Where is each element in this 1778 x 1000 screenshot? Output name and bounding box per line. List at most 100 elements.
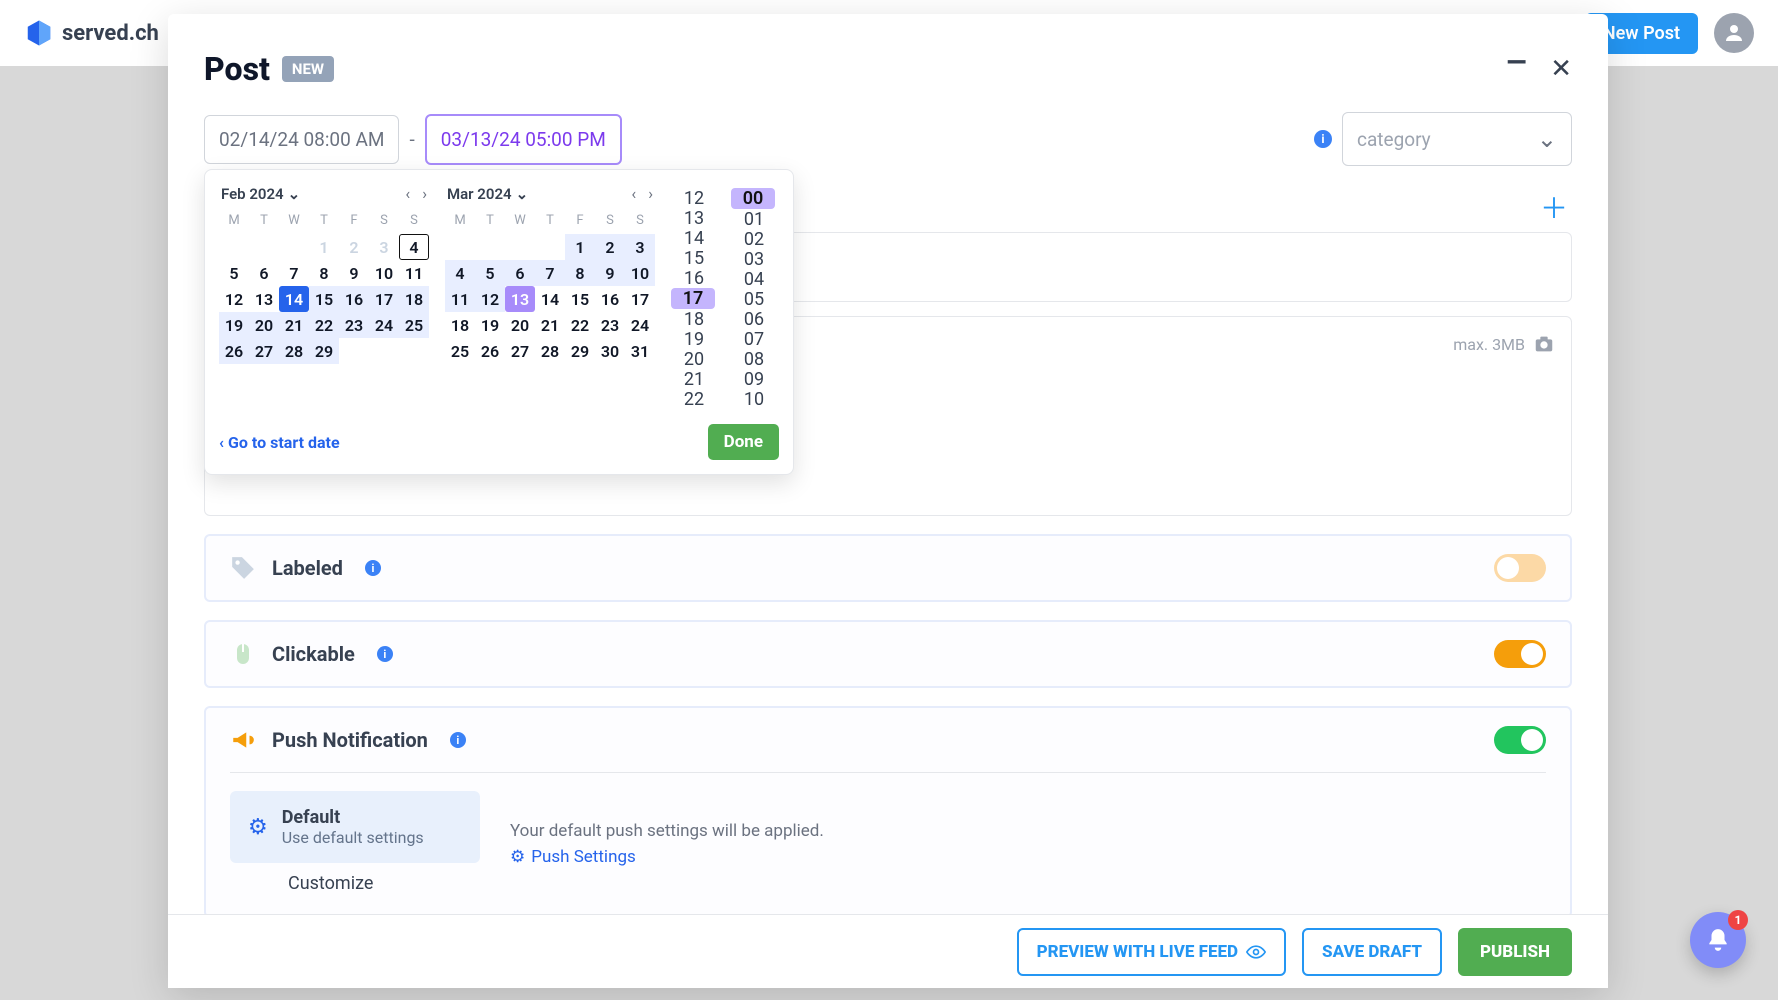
calendar-day[interactable]: 21 (535, 312, 565, 338)
calendar-day[interactable]: 9 (595, 260, 625, 286)
wheel-item[interactable]: 05 (731, 289, 777, 309)
calendar-day[interactable]: 14 (279, 286, 309, 312)
month2-prev[interactable]: ‹ (631, 184, 636, 203)
labeled-toggle[interactable] (1494, 554, 1546, 582)
calendar-day[interactable]: 25 (399, 312, 429, 338)
calendar-day[interactable]: 16 (339, 286, 369, 312)
calendar-day[interactable]: 6 (505, 260, 535, 286)
wheel-item[interactable]: 18 (671, 309, 717, 329)
month1-next[interactable]: › (422, 184, 427, 203)
category-info-icon[interactable]: i (1314, 130, 1332, 148)
month1-label[interactable]: Feb 2024 ⌄ (221, 185, 300, 203)
notification-bell[interactable]: 1 (1690, 912, 1746, 968)
push-settings-link[interactable]: ⚙Push Settings (510, 847, 824, 867)
calendar-day[interactable]: 17 (625, 286, 655, 312)
calendar-day[interactable]: 25 (445, 338, 475, 364)
calendar-day[interactable]: 4 (445, 260, 475, 286)
wheel-item[interactable]: 03 (731, 249, 777, 269)
calendar-day[interactable]: 11 (399, 260, 429, 286)
calendar-day[interactable]: 18 (399, 286, 429, 312)
labeled-info-icon[interactable]: i (365, 560, 381, 576)
done-button[interactable]: Done (708, 424, 779, 460)
calendar-day[interactable]: 31 (625, 338, 655, 364)
calendar-day[interactable]: 11 (445, 286, 475, 312)
calendar-day[interactable]: 3 (369, 234, 399, 260)
wheel-item[interactable]: 19 (671, 329, 717, 349)
calendar-day[interactable]: 29 (565, 338, 595, 364)
calendar-day[interactable]: 18 (445, 312, 475, 338)
calendar-day[interactable]: 6 (249, 260, 279, 286)
calendar-day[interactable]: 2 (339, 234, 369, 260)
calendar-day[interactable]: 14 (535, 286, 565, 312)
calendar-day[interactable]: 8 (565, 260, 595, 286)
hour-wheel[interactable]: 1213141516171819202122 (671, 188, 717, 408)
wheel-item[interactable]: 02 (731, 229, 777, 249)
wheel-item[interactable]: 13 (671, 208, 717, 228)
wheel-item[interactable]: 21 (671, 369, 717, 389)
month1-prev[interactable]: ‹ (405, 184, 410, 203)
calendar-day[interactable]: 20 (505, 312, 535, 338)
calendar-day[interactable]: 20 (249, 312, 279, 338)
calendar-day[interactable]: 28 (535, 338, 565, 364)
wheel-item[interactable]: 17 (671, 288, 715, 309)
push-info-icon[interactable]: i (450, 732, 466, 748)
calendar-day[interactable]: 29 (309, 338, 339, 364)
brand-logo[interactable]: served.ch (24, 18, 159, 48)
wheel-item[interactable]: 20 (671, 349, 717, 369)
calendar-day[interactable]: 23 (595, 312, 625, 338)
calendar-day[interactable]: 7 (279, 260, 309, 286)
calendar-day[interactable]: 13 (505, 286, 535, 312)
push-toggle[interactable] (1494, 726, 1546, 754)
calendar-day[interactable]: 28 (279, 338, 309, 364)
end-date-input[interactable]: 03/13/24 05:00 PM (425, 114, 622, 165)
calendar-day[interactable]: 19 (219, 312, 249, 338)
publish-button[interactable]: PUBLISH (1458, 928, 1572, 976)
start-date-input[interactable]: 02/14/24 08:00 AM (204, 115, 399, 164)
go-to-start-date[interactable]: ‹ Go to start date (219, 433, 340, 452)
wheel-item[interactable]: 08 (731, 349, 777, 369)
add-block-button[interactable]: ＋ (1540, 187, 1568, 227)
calendar-day[interactable]: 27 (249, 338, 279, 364)
calendar-day[interactable]: 26 (475, 338, 505, 364)
calendar-day[interactable]: 17 (369, 286, 399, 312)
wheel-item[interactable]: 09 (731, 369, 777, 389)
calendar-day[interactable]: 9 (339, 260, 369, 286)
minimize-button[interactable]: — (1507, 48, 1527, 78)
calendar-day[interactable]: 5 (475, 260, 505, 286)
calendar-day[interactable]: 30 (595, 338, 625, 364)
calendar-day[interactable]: 7 (535, 260, 565, 286)
minute-wheel[interactable]: 0001020304050607080910 (731, 188, 777, 408)
calendar-day[interactable]: 15 (309, 286, 339, 312)
save-draft-button[interactable]: SAVE DRAFT (1302, 928, 1442, 976)
calendar-day[interactable]: 24 (369, 312, 399, 338)
calendar-day[interactable]: 27 (505, 338, 535, 364)
calendar-day[interactable]: 4 (399, 234, 429, 260)
calendar-day[interactable]: 26 (219, 338, 249, 364)
wheel-item[interactable]: 15 (671, 248, 717, 268)
close-button[interactable]: ✕ (1550, 54, 1572, 84)
month2-label[interactable]: Mar 2024 ⌄ (447, 185, 528, 203)
wheel-item[interactable]: 01 (731, 209, 777, 229)
wheel-item[interactable]: 00 (731, 188, 775, 209)
wheel-item[interactable]: 16 (671, 268, 717, 288)
calendar-day[interactable]: 2 (595, 234, 625, 260)
clickable-info-icon[interactable]: i (377, 646, 393, 662)
month2-next[interactable]: › (648, 184, 653, 203)
calendar-day[interactable]: 21 (279, 312, 309, 338)
calendar-day[interactable]: 15 (565, 286, 595, 312)
calendar-day[interactable]: 22 (565, 312, 595, 338)
clickable-toggle[interactable] (1494, 640, 1546, 668)
wheel-item[interactable]: 22 (671, 389, 717, 408)
push-customize-tile[interactable]: Customize (230, 873, 480, 894)
wheel-item[interactable]: 07 (731, 329, 777, 349)
push-default-tile[interactable]: ⚙ Default Use default settings (230, 791, 480, 863)
calendar-day[interactable]: 16 (595, 286, 625, 312)
calendar-day[interactable]: 3 (625, 234, 655, 260)
calendar-day[interactable]: 22 (309, 312, 339, 338)
calendar-day[interactable]: 13 (249, 286, 279, 312)
calendar-day[interactable]: 19 (475, 312, 505, 338)
preview-button[interactable]: PREVIEW WITH LIVE FEED (1017, 928, 1286, 976)
calendar-day[interactable]: 1 (309, 234, 339, 260)
wheel-item[interactable]: 12 (671, 188, 717, 208)
wheel-item[interactable]: 06 (731, 309, 777, 329)
